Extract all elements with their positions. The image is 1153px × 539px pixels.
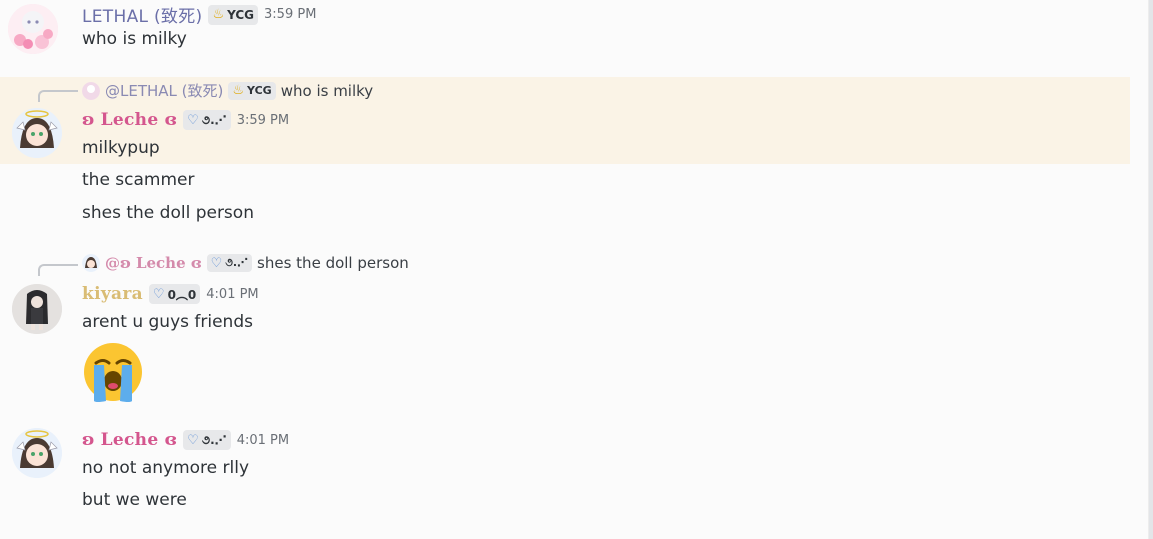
message-text: no not anymore rlly	[82, 458, 250, 478]
server-tag[interactable]: ♡ ૭.⋰	[183, 110, 231, 130]
author-name[interactable]: ʚ Leche ɞ	[82, 110, 177, 130]
message-header: kiyara ♡ 0︵0 4:01 PM	[82, 284, 259, 304]
reply-connector	[38, 264, 78, 276]
flame-icon: ♨	[232, 83, 245, 98]
heart-icon: ♡	[210, 255, 223, 271]
server-tag-label: YCG	[227, 7, 255, 22]
heart-icon: ♡	[187, 432, 199, 448]
avatar-leche[interactable]	[12, 428, 62, 478]
avatar-leche[interactable]	[12, 108, 62, 158]
message-text: shes the doll person	[82, 203, 254, 223]
message-text: who is milky	[82, 29, 187, 49]
avatar-lethal[interactable]	[8, 4, 58, 54]
scrollbar-track[interactable]	[1149, 0, 1153, 539]
message-header: LETHAL (致死) ♨ YCG 3:59 PM	[82, 2, 316, 27]
message-text: the scammer	[82, 170, 195, 190]
message-text: milkypup	[82, 138, 160, 158]
avatar-kiyara[interactable]	[12, 284, 62, 334]
reply-avatar	[82, 254, 100, 272]
reply-text: shes the doll person	[257, 254, 409, 272]
message-text: arent u guys friends	[82, 312, 253, 332]
loudly-crying-face-emoji[interactable]	[82, 341, 144, 403]
author-name[interactable]: kiyara	[82, 284, 143, 304]
server-tag[interactable]: ♨ YCG	[208, 4, 259, 25]
heart-icon: ♡	[187, 112, 199, 128]
server-tag[interactable]: ♡ ૭.⋰	[183, 430, 231, 450]
reply-preview[interactable]: @LETHAL (致死) ♨ YCG who is milky	[82, 80, 373, 101]
reply-server-tag-label: ૭.⋰	[225, 256, 249, 269]
timestamp[interactable]: 3:59 PM	[264, 7, 316, 22]
reply-server-tag: ♡ ૭.⋰	[206, 254, 253, 272]
reply-mention[interactable]: @ʚ Leche ɞ	[105, 254, 202, 272]
timestamp[interactable]: 4:01 PM	[206, 287, 258, 302]
reply-avatar	[82, 81, 100, 100]
reply-server-tag: ♨ YCG	[228, 81, 276, 100]
reply-text: who is milky	[280, 81, 374, 100]
timestamp[interactable]: 4:01 PM	[237, 433, 289, 448]
server-tag-label: ૭.⋰	[201, 432, 227, 447]
reply-server-tag-label: YCG	[247, 84, 272, 97]
heart-icon: ♡	[152, 286, 165, 302]
reply-preview[interactable]: @ʚ Leche ɞ ♡ ૭.⋰ shes the doll person	[82, 254, 409, 272]
reply-connector	[38, 90, 78, 102]
timestamp[interactable]: 3:59 PM	[237, 113, 289, 128]
server-tag-label: ૭.⋰	[201, 112, 227, 127]
server-tag[interactable]: ♡ 0︵0	[148, 284, 201, 304]
author-name[interactable]: ʚ Leche ɞ	[82, 430, 177, 450]
message-header: ʚ Leche ɞ ♡ ૭.⋰ 3:59 PM	[82, 110, 289, 130]
server-tag-label: 0︵0	[167, 287, 197, 302]
message-text: but we were	[82, 490, 187, 510]
reply-mention[interactable]: @LETHAL (致死)	[105, 80, 223, 101]
flame-icon: ♨	[212, 7, 225, 22]
message-header: ʚ Leche ɞ ♡ ૭.⋰ 4:01 PM	[82, 430, 289, 450]
author-name[interactable]: LETHAL (致死)	[82, 2, 202, 27]
